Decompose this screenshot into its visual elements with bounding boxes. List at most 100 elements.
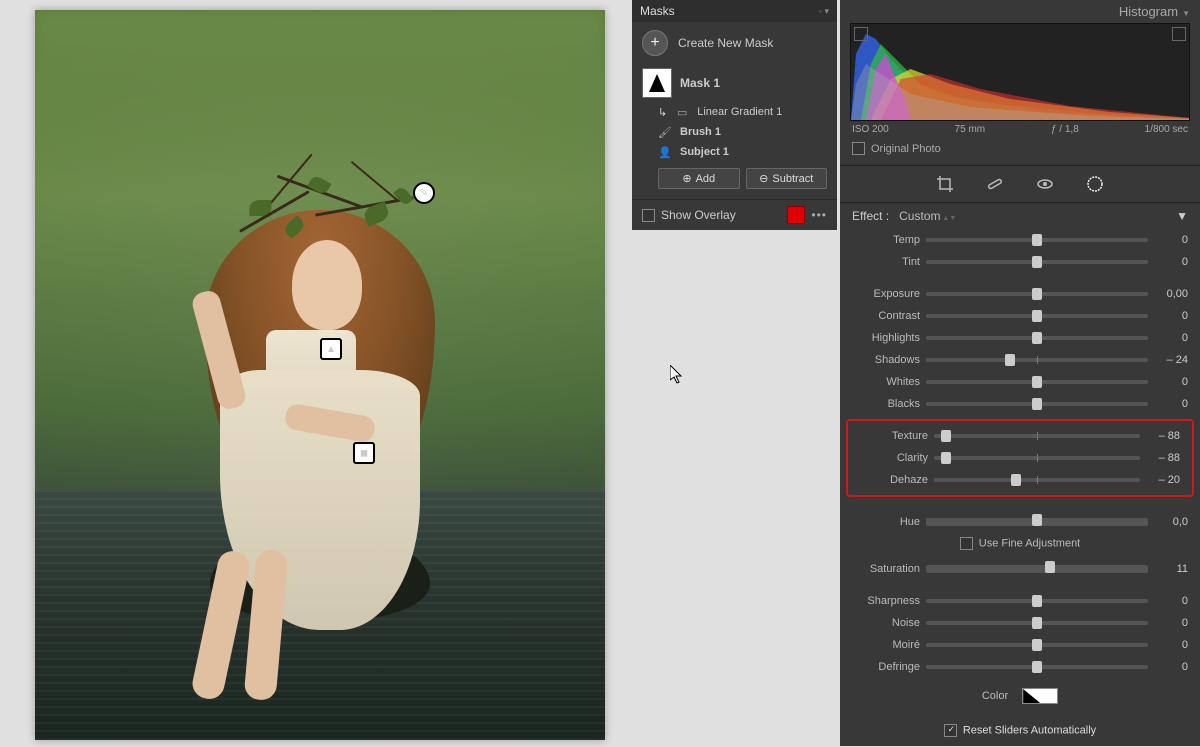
slider-thumb[interactable] — [1032, 256, 1042, 268]
slider-track[interactable] — [926, 260, 1148, 264]
slider-highlights[interactable]: Highlights0 — [840, 327, 1200, 349]
slider-thumb[interactable] — [1032, 376, 1042, 388]
slider-thumb[interactable] — [1032, 617, 1042, 629]
reset-checkbox[interactable]: Reset Sliders Automatically — [840, 714, 1200, 747]
slider-track[interactable] — [926, 665, 1148, 669]
gradient-marker-icon[interactable]: ◼ — [353, 442, 375, 464]
slider-moiré[interactable]: Moiré0 — [840, 634, 1200, 656]
slider-value[interactable]: 0 — [1148, 639, 1188, 651]
plus-icon[interactable]: + — [642, 30, 668, 56]
slider-track[interactable] — [926, 336, 1148, 340]
slider-track[interactable] — [926, 518, 1148, 526]
original-photo-checkbox[interactable]: Original Photo — [840, 138, 1200, 165]
saturation-slider[interactable]: Saturation 11 — [840, 558, 1200, 580]
slider-shadows[interactable]: Shadows– 24 — [840, 349, 1200, 371]
redeye-tool-icon[interactable] — [1035, 174, 1055, 194]
slider-value[interactable]: 0 — [1148, 234, 1188, 246]
highlight-clip-icon[interactable] — [1172, 27, 1186, 41]
slider-thumb[interactable] — [1032, 514, 1042, 526]
slider-track[interactable] — [926, 314, 1148, 318]
slider-value[interactable]: 0 — [1148, 617, 1188, 629]
slider-value[interactable]: – 88 — [1140, 452, 1180, 464]
slider-track[interactable] — [934, 456, 1140, 460]
slider-texture[interactable]: Texture– 88 — [848, 425, 1192, 447]
slider-track[interactable] — [926, 621, 1148, 625]
slider-track[interactable] — [934, 434, 1140, 438]
slider-thumb[interactable] — [1032, 234, 1042, 246]
crop-tool-icon[interactable] — [935, 174, 955, 194]
slider-value[interactable]: 0,0 — [1148, 516, 1188, 528]
slider-value[interactable]: 0 — [1148, 310, 1188, 322]
create-mask-row[interactable]: + Create New Mask — [632, 22, 837, 64]
color-row[interactable]: Color — [840, 678, 1200, 714]
slider-thumb[interactable] — [1032, 310, 1042, 322]
slider-thumb[interactable] — [1032, 595, 1042, 607]
collapse-icon[interactable]: ◦ ▾ — [819, 6, 829, 17]
effect-preset-row[interactable]: Effect : Custom ▼ — [840, 203, 1200, 229]
mask-component[interactable]: 🖌 Brush 1 — [632, 122, 837, 142]
slider-value[interactable]: 11 — [1148, 563, 1188, 575]
mask-component[interactable]: ↳ ▭ Linear Gradient 1 — [632, 102, 837, 122]
slider-thumb[interactable] — [1032, 288, 1042, 300]
effect-value[interactable]: Custom — [899, 209, 956, 223]
mask-item[interactable]: Mask 1 — [632, 64, 837, 102]
slider-thumb[interactable] — [1032, 639, 1042, 651]
slider-sharpness[interactable]: Sharpness0 — [840, 590, 1200, 612]
slider-value[interactable]: 0 — [1148, 595, 1188, 607]
slider-thumb[interactable] — [941, 430, 951, 442]
slider-value[interactable]: – 24 — [1148, 354, 1188, 366]
slider-track[interactable] — [926, 599, 1148, 603]
slider-clarity[interactable]: Clarity– 88 — [848, 447, 1192, 469]
slider-noise[interactable]: Noise0 — [840, 612, 1200, 634]
color-swatch[interactable] — [1022, 688, 1058, 704]
slider-value[interactable]: – 88 — [1140, 430, 1180, 442]
slider-thumb[interactable] — [1045, 561, 1055, 573]
slider-track[interactable] — [926, 292, 1148, 296]
slider-value[interactable]: 0 — [1148, 256, 1188, 268]
slider-track[interactable] — [926, 238, 1148, 242]
hue-slider[interactable]: Hue 0,0 — [840, 511, 1200, 533]
mask-component[interactable]: 👤 Subject 1 — [632, 142, 837, 162]
image-canvas[interactable]: ✎ ▲ ◼ — [35, 10, 605, 740]
slider-thumb[interactable] — [1032, 398, 1042, 410]
slider-whites[interactable]: Whites0 — [840, 371, 1200, 393]
slider-value[interactable]: 0 — [1148, 661, 1188, 673]
slider-temp[interactable]: Temp0 — [840, 229, 1200, 251]
show-overlay-checkbox[interactable]: Show Overlay — [642, 208, 736, 222]
slider-blacks[interactable]: Blacks0 — [840, 393, 1200, 415]
overlay-color-swatch[interactable] — [787, 206, 805, 224]
subtract-button[interactable]: ⊖Subtract — [746, 168, 828, 189]
slider-value[interactable]: 0 — [1148, 398, 1188, 410]
slider-value[interactable]: 0,00 — [1148, 288, 1188, 300]
mask-tool-icon[interactable] — [1085, 174, 1105, 194]
more-icon[interactable]: ••• — [811, 208, 827, 222]
slider-thumb[interactable] — [1032, 332, 1042, 344]
slider-exposure[interactable]: Exposure0,00 — [840, 283, 1200, 305]
slider-defringe[interactable]: Defringe0 — [840, 656, 1200, 678]
add-button[interactable]: ⊕Add — [658, 168, 740, 189]
histogram[interactable] — [850, 23, 1190, 121]
slider-value[interactable]: 0 — [1148, 332, 1188, 344]
slider-thumb[interactable] — [1005, 354, 1015, 366]
histogram-header[interactable]: Histogram▼ — [840, 0, 1200, 23]
slider-thumb[interactable] — [941, 452, 951, 464]
subject-marker-icon[interactable]: ▲ — [320, 338, 342, 360]
slider-track[interactable] — [926, 402, 1148, 406]
brush-marker-icon[interactable]: ✎ — [413, 182, 435, 204]
masks-panel-header[interactable]: Masks ◦ ▾ — [632, 0, 837, 22]
triangle-down-icon[interactable]: ▼ — [1176, 209, 1188, 223]
slider-track[interactable] — [926, 565, 1148, 573]
shadow-clip-icon[interactable] — [854, 27, 868, 41]
use-fine-checkbox[interactable]: Use Fine Adjustment — [840, 533, 1200, 558]
slider-tint[interactable]: Tint0 — [840, 251, 1200, 273]
slider-track[interactable] — [926, 358, 1148, 362]
slider-dehaze[interactable]: Dehaze– 20 — [848, 469, 1192, 491]
heal-tool-icon[interactable] — [985, 174, 1005, 194]
slider-track[interactable] — [926, 380, 1148, 384]
slider-contrast[interactable]: Contrast0 — [840, 305, 1200, 327]
slider-value[interactable]: – 20 — [1140, 474, 1180, 486]
slider-thumb[interactable] — [1011, 474, 1021, 486]
slider-thumb[interactable] — [1032, 661, 1042, 673]
slider-track[interactable] — [926, 643, 1148, 647]
slider-track[interactable] — [934, 478, 1140, 482]
